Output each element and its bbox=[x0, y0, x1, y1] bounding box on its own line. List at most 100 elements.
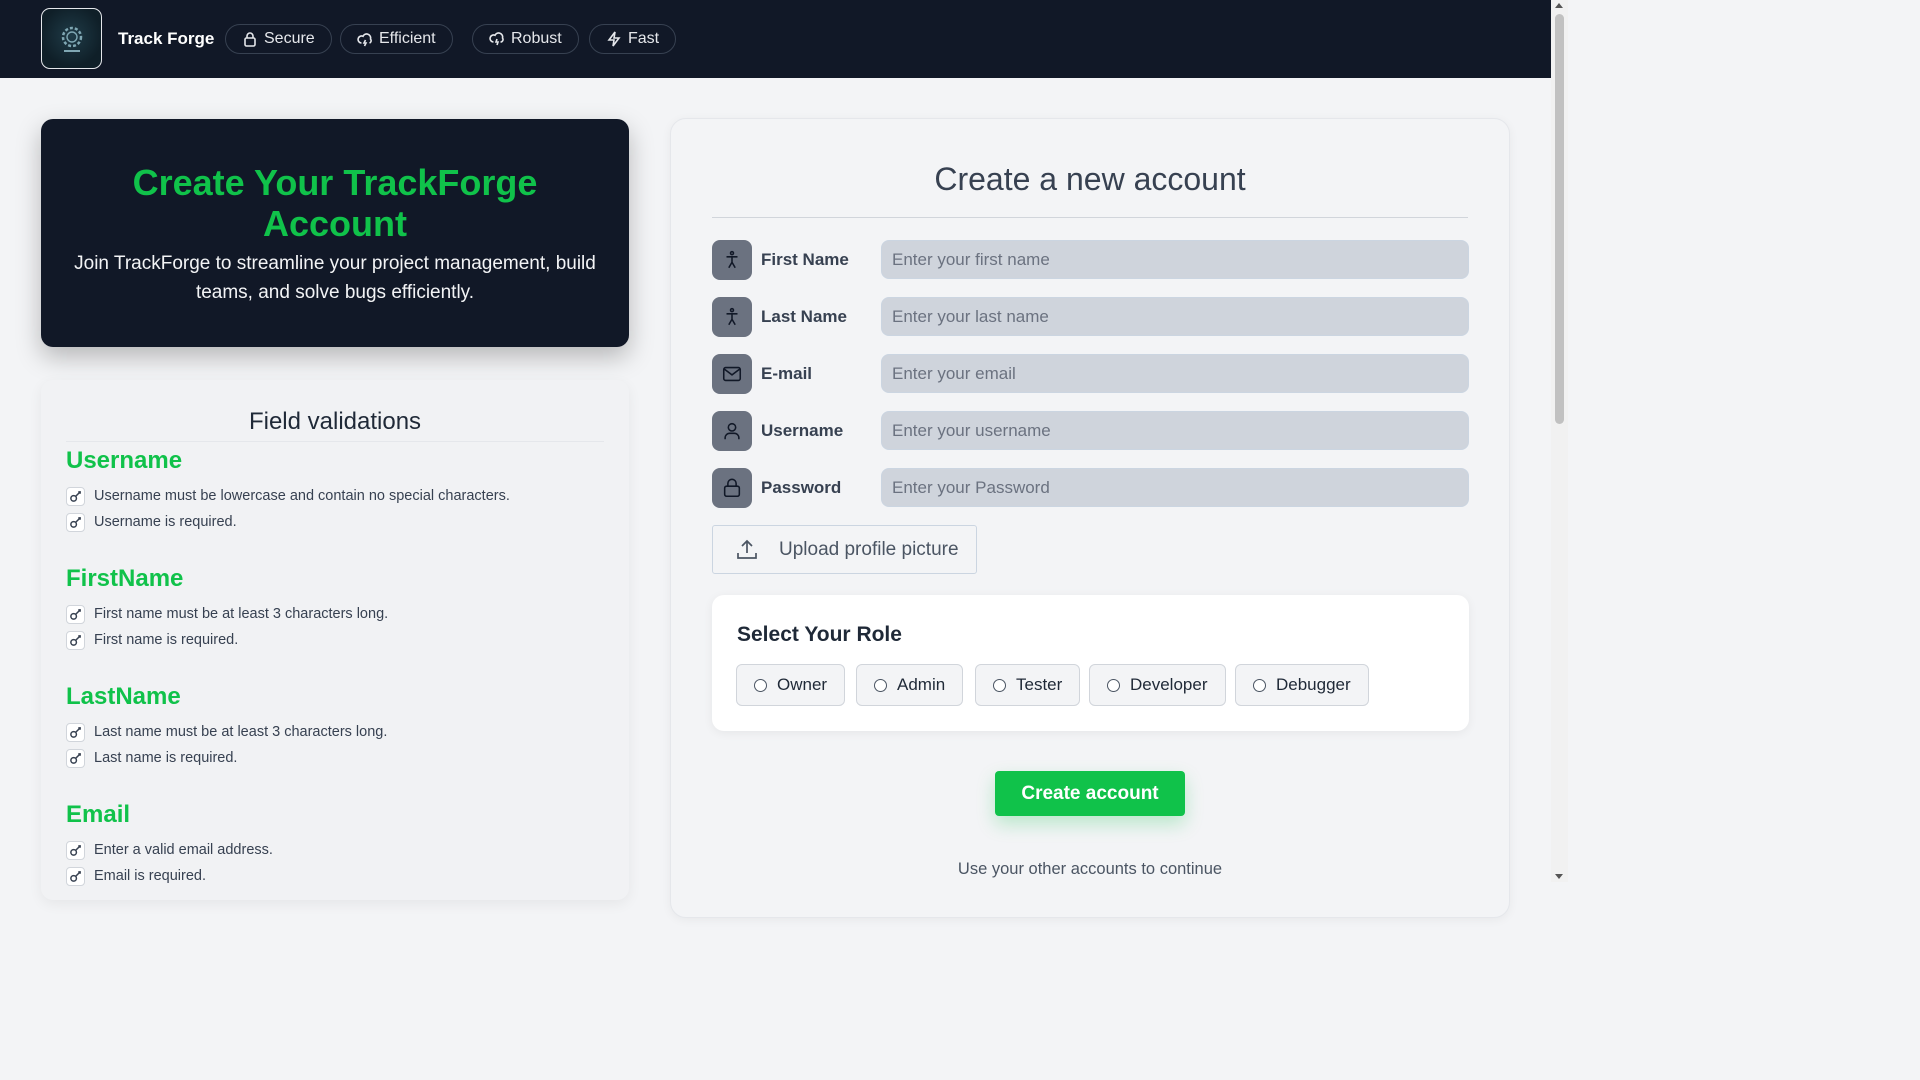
last-name-row: Last Name bbox=[712, 297, 1469, 337]
hero-title: Create Your TrackForge Account bbox=[132, 162, 538, 244]
key-icon bbox=[66, 748, 85, 768]
key-icon bbox=[66, 486, 85, 506]
nav-pill-label: Secure bbox=[264, 30, 315, 47]
nav-pill-label: Efficient bbox=[379, 30, 436, 47]
radio-button[interactable] bbox=[1107, 678, 1120, 692]
validation-rule-text: Email is required. bbox=[94, 868, 207, 884]
role-selector: Select Your Role Owner Admin Tester Deve… bbox=[712, 595, 1469, 731]
password-label: Password bbox=[761, 478, 842, 497]
nav-pill-label: Fast bbox=[628, 30, 660, 47]
other-accounts-text: Use your other accounts to continue bbox=[957, 860, 1223, 878]
key-icon bbox=[66, 722, 85, 742]
trackforge-logo[interactable] bbox=[41, 8, 102, 69]
lightning-icon bbox=[607, 31, 621, 47]
validation-rule: Username must be lowercase and contain n… bbox=[66, 486, 510, 506]
role-title: Select Your Role bbox=[737, 623, 902, 646]
scroll-down-arrow-icon[interactable] bbox=[1555, 874, 1563, 879]
role-option-debugger[interactable]: Debugger bbox=[1235, 664, 1369, 706]
nav-pill-fast[interactable]: Fast bbox=[589, 24, 677, 54]
cloud-lightning-icon bbox=[357, 33, 372, 47]
lock-icon bbox=[712, 468, 752, 508]
key-icon bbox=[66, 840, 85, 860]
hero-card: Create Your TrackForge Account Join Trac… bbox=[41, 119, 629, 347]
top-navbar: Track Forge Secure Efficient Robust Fast bbox=[0, 0, 1551, 78]
radio-button[interactable] bbox=[993, 678, 1006, 692]
person-icon bbox=[712, 297, 752, 337]
nav-pill-efficient[interactable]: Efficient bbox=[340, 24, 453, 54]
radio-button[interactable] bbox=[874, 678, 887, 692]
validation-section-firstname: FirstName First name must be at least 3 … bbox=[66, 565, 388, 650]
brand-name[interactable]: Track Forge bbox=[118, 29, 214, 49]
nav-pill-robust[interactable]: Robust bbox=[472, 24, 579, 54]
validation-section-title: LastName bbox=[66, 683, 181, 710]
validation-rule-text: Username must be lowercase and contain n… bbox=[94, 488, 510, 504]
create-account-button[interactable]: Create account bbox=[995, 771, 1185, 816]
role-option-label: Owner bbox=[777, 675, 828, 694]
validation-rule: Last name is required. bbox=[66, 748, 387, 768]
role-option-label: Debugger bbox=[1276, 675, 1351, 694]
password-input[interactable] bbox=[881, 468, 1469, 507]
last-name-label: Last Name bbox=[761, 307, 847, 326]
password-row: Password bbox=[712, 468, 1469, 508]
field-validations-card: Field validations Username Username must… bbox=[41, 380, 629, 900]
email-input[interactable] bbox=[881, 354, 1469, 393]
validation-rule: Username is required. bbox=[66, 512, 510, 532]
form-title: Create a new account bbox=[934, 161, 1246, 197]
last-name-input[interactable] bbox=[881, 297, 1469, 336]
username-row: Username bbox=[712, 411, 1469, 451]
validation-rule-text: Last name must be at least 3 characters … bbox=[94, 724, 388, 740]
validation-section-title: Username bbox=[66, 447, 183, 474]
mail-icon bbox=[712, 354, 752, 394]
divider bbox=[712, 217, 1468, 218]
validation-rule: First name must be at least 3 characters… bbox=[66, 604, 388, 624]
upload-profile-picture-button[interactable]: Upload profile picture bbox=[712, 525, 977, 574]
validations-title: Field validations bbox=[248, 408, 422, 435]
validation-rule: Email is required. bbox=[66, 866, 273, 886]
radio-button[interactable] bbox=[754, 678, 767, 692]
key-icon bbox=[66, 630, 85, 650]
key-icon bbox=[66, 512, 85, 532]
key-icon bbox=[66, 866, 85, 886]
first-name-row: First Name bbox=[712, 240, 1469, 280]
cloud-bolt-icon bbox=[489, 32, 504, 46]
validation-rule-text: First name is required. bbox=[94, 632, 239, 648]
validation-section-title: Email bbox=[66, 801, 131, 828]
validation-section-email: Email Enter a valid email address. Email… bbox=[66, 801, 273, 886]
validation-rule: First name is required. bbox=[66, 630, 388, 650]
role-option-admin[interactable]: Admin bbox=[856, 664, 964, 706]
upload-label: Upload profile picture bbox=[779, 538, 959, 560]
scroll-up-arrow-icon[interactable] bbox=[1555, 3, 1563, 8]
validation-rule: Enter a valid email address. bbox=[66, 840, 273, 860]
email-row: E-mail bbox=[712, 354, 1469, 394]
role-option-tester[interactable]: Tester bbox=[975, 664, 1081, 706]
create-account-form: Create a new account First Name Last Nam… bbox=[670, 118, 1510, 918]
role-option-label: Developer bbox=[1130, 675, 1208, 694]
radio-button[interactable] bbox=[1253, 678, 1266, 692]
user-icon bbox=[712, 411, 752, 451]
gear-logo-icon bbox=[61, 26, 82, 52]
key-icon bbox=[66, 604, 85, 624]
upload-icon bbox=[737, 539, 757, 559]
email-label: E-mail bbox=[761, 364, 813, 383]
role-option-label: Tester bbox=[1016, 675, 1063, 694]
validation-rule: Last name must be at least 3 characters … bbox=[66, 722, 387, 742]
person-icon bbox=[712, 240, 752, 280]
scroll-thumb[interactable] bbox=[1555, 14, 1564, 424]
validation-rule-text: First name must be at least 3 characters… bbox=[94, 606, 389, 622]
nav-pill-secure[interactable]: Secure bbox=[225, 24, 332, 54]
first-name-label: First Name bbox=[761, 250, 849, 269]
validation-rule-text: Last name is required. bbox=[94, 750, 238, 766]
divider bbox=[66, 441, 604, 442]
username-input[interactable] bbox=[881, 411, 1469, 450]
page-scrollbar[interactable] bbox=[1551, 0, 1568, 882]
nav-pill-label: Robust bbox=[511, 30, 562, 47]
role-option-owner[interactable]: Owner bbox=[736, 664, 846, 706]
validation-section-username: Username Username must be lowercase and … bbox=[66, 447, 510, 532]
role-option-developer[interactable]: Developer bbox=[1089, 664, 1226, 706]
first-name-input[interactable] bbox=[881, 240, 1469, 279]
role-option-label: Admin bbox=[897, 675, 946, 694]
validation-rule-text: Enter a valid email address. bbox=[94, 842, 273, 858]
validation-rule-text: Username is required. bbox=[94, 514, 237, 530]
validation-section-title: FirstName bbox=[66, 565, 184, 592]
validation-section-lastname: LastName Last name must be at least 3 ch… bbox=[66, 683, 387, 768]
